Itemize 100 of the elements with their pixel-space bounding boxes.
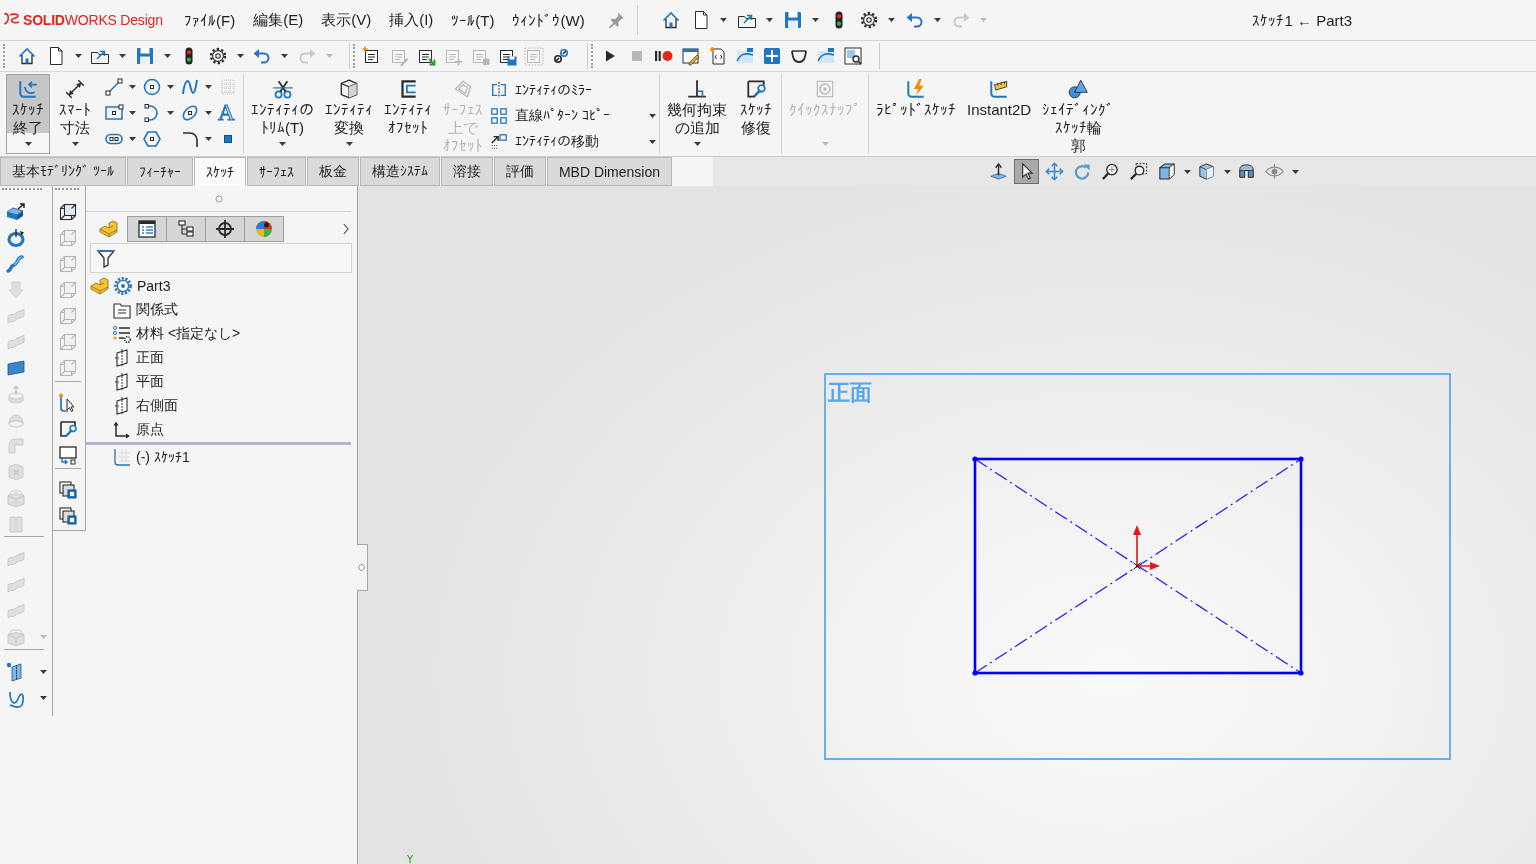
caret-icon[interactable] <box>74 54 82 58</box>
stacked-windows-icon[interactable] <box>58 506 78 526</box>
caret-icon[interactable] <box>649 140 656 144</box>
caret-icon[interactable] <box>163 54 171 58</box>
sketch-rectangle[interactable] <box>973 457 1303 675</box>
caret-icon[interactable] <box>693 142 701 146</box>
ribbon-tab[interactable]: ﾌｨｰﾁｬｰ <box>126 157 193 186</box>
caret-icon[interactable] <box>205 85 212 89</box>
menu-item[interactable]: ﾂｰﾙ(T) <box>443 5 503 35</box>
caret-icon[interactable] <box>236 54 244 58</box>
cursor-icon[interactable] <box>1014 159 1039 184</box>
ribbon-tab[interactable]: ｽｹｯﾁ <box>193 157 246 186</box>
menu-item[interactable]: ﾌｧｲﾙ(F) <box>176 5 244 35</box>
spline-icon[interactable] <box>180 77 200 97</box>
caret-icon[interactable] <box>1224 169 1231 174</box>
wire-cube-icon[interactable] <box>58 202 78 222</box>
caret-icon[interactable] <box>281 54 288 58</box>
ribbon-command[interactable]: ｴﾝﾃｨﾃｨのﾐﾗｰ <box>490 77 656 103</box>
ribbon-button[interactable]: ｴﾝﾃｨﾃｨの ﾄﾘﾑ(T) <box>247 74 318 154</box>
ribbon-tab[interactable]: MBD Dimension <box>546 157 673 186</box>
caret-icon[interactable] <box>887 18 895 22</box>
ribbon-tab[interactable]: 構造ｼｽﾃﾑ <box>359 157 440 186</box>
toolbar-grip[interactable] <box>352 44 355 68</box>
sketch-cursor-icon[interactable] <box>58 393 78 413</box>
gear-icon[interactable] <box>858 10 879 30</box>
tree-item[interactable]: 平面 <box>136 373 164 391</box>
tree-item[interactable]: 関係式 <box>136 301 178 319</box>
caret-icon[interactable] <box>40 670 47 674</box>
caret-icon[interactable] <box>345 142 353 146</box>
ribbon-button[interactable]: ｼｪｲﾃﾞｨﾝｸﾞ ｽｹｯﾁ輪 郭 <box>1038 74 1119 154</box>
circle-icon[interactable] <box>142 77 162 97</box>
undo-icon[interactable] <box>904 10 925 30</box>
menu-item[interactable]: 挿入(I) <box>381 5 442 35</box>
sketch-point-icon[interactable] <box>972 456 978 462</box>
caret-icon[interactable] <box>129 111 136 115</box>
ribbon-tab[interactable]: 板金 <box>306 157 359 186</box>
s-curve-icon[interactable] <box>6 254 26 274</box>
ribbon-button[interactable]: ｽﾏｰﾄ 寸法 <box>53 74 97 154</box>
ribbon-button[interactable]: 幾何拘束 の追加 <box>663 74 731 154</box>
filter-field[interactable] <box>90 243 352 273</box>
tree-item[interactable]: 右側面 <box>136 397 178 415</box>
house-icon[interactable] <box>660 10 681 30</box>
panel-tab[interactable] <box>205 216 245 242</box>
caret-icon[interactable] <box>205 137 212 141</box>
curve-tile-icon[interactable] <box>815 46 836 66</box>
caret-icon[interactable] <box>1292 169 1299 174</box>
undo-icon[interactable] <box>252 46 272 66</box>
line-icon[interactable] <box>104 77 124 97</box>
caret-icon[interactable] <box>40 696 47 700</box>
rectangle-icon[interactable] <box>104 103 124 123</box>
block-arrow-icon[interactable] <box>6 202 26 222</box>
caret-icon[interactable] <box>205 111 212 115</box>
caret-icon[interactable] <box>1184 169 1191 174</box>
ribbon-command[interactable]: 直線ﾊﾟﾀｰﾝ ｺﾋﾟｰ <box>490 103 656 129</box>
window-pencil-icon[interactable] <box>680 46 701 66</box>
sketch-wrench-icon[interactable] <box>58 419 78 439</box>
caret-icon[interactable] <box>765 18 773 22</box>
menu-item[interactable]: 表示(V) <box>313 5 380 35</box>
panel-collapse-handle[interactable] <box>357 544 368 591</box>
frame-magnifier-icon[interactable] <box>842 46 863 66</box>
ribbon-button[interactable]: ｴﾝﾃｨﾃｨ ｵﾌｾｯﾄ <box>380 74 436 154</box>
sketch-point-icon[interactable] <box>972 670 978 676</box>
tree-item[interactable]: (-) ｽｹｯﾁ1 <box>136 449 190 465</box>
curve-tile-icon[interactable] <box>734 46 755 66</box>
tree-item[interactable]: Part3 <box>137 278 171 294</box>
cross-tile-icon[interactable] <box>761 46 782 66</box>
sketch-point-icon[interactable] <box>1298 670 1304 676</box>
ribbon-button[interactable]: ｴﾝﾃｨﾃｨ 変換 <box>321 74 377 154</box>
ribbon-tab[interactable]: 基本ﾓﾃﾞﾘﾝｸﾞ ﾂｰﾙ <box>0 157 126 186</box>
ribbon-button[interactable]: ﾗﾋﾟｯﾄﾞｽｹｯﾁ <box>872 74 960 154</box>
caret-icon[interactable] <box>167 111 174 115</box>
sheet-icon[interactable] <box>6 358 26 378</box>
code-page-icon[interactable] <box>707 46 728 66</box>
screen-arrow-icon[interactable] <box>58 445 78 465</box>
ribbon-button[interactable]: Instant2D <box>963 74 1036 154</box>
caret-icon[interactable] <box>933 18 941 22</box>
caret-icon[interactable] <box>167 85 174 89</box>
menu-item[interactable]: 編集(E) <box>245 5 312 35</box>
hexagon-icon[interactable] <box>142 129 162 149</box>
sketch-point-icon[interactable] <box>1298 456 1304 462</box>
tree-item[interactable]: 材料 <指定なし> <box>136 325 241 343</box>
caret-icon[interactable] <box>71 142 79 146</box>
stacked-windows-icon[interactable] <box>58 480 78 500</box>
ellipse-icon[interactable] <box>180 103 200 123</box>
caret-icon[interactable] <box>129 137 136 141</box>
ribbon-button[interactable]: ｽｹｯﾁ 修復 <box>734 74 778 154</box>
ribbon-button[interactable]: ｽｹｯﾁ 終了 <box>6 74 50 154</box>
ribbon-tab[interactable]: 溶接 <box>440 157 493 186</box>
caret-icon[interactable] <box>649 114 656 118</box>
caret-icon[interactable] <box>719 18 727 22</box>
ribbon-tab[interactable]: ｻｰﾌｪｽ <box>246 157 306 186</box>
toolbar-grip[interactable] <box>590 44 593 68</box>
menu-item[interactable]: ｳｨﾝﾄﾞｳ(W) <box>504 5 593 35</box>
pin-icon[interactable] <box>606 11 625 29</box>
drag-handle-icon[interactable] <box>214 194 223 203</box>
panel-tab[interactable] <box>166 216 206 242</box>
fillet-icon[interactable] <box>180 129 200 149</box>
tree-item[interactable]: 原点 <box>136 421 164 439</box>
ribbon-tab[interactable]: 評価 <box>493 157 546 186</box>
ribbon-command[interactable]: ｴﾝﾃｨﾃｨの移動 <box>490 129 656 155</box>
